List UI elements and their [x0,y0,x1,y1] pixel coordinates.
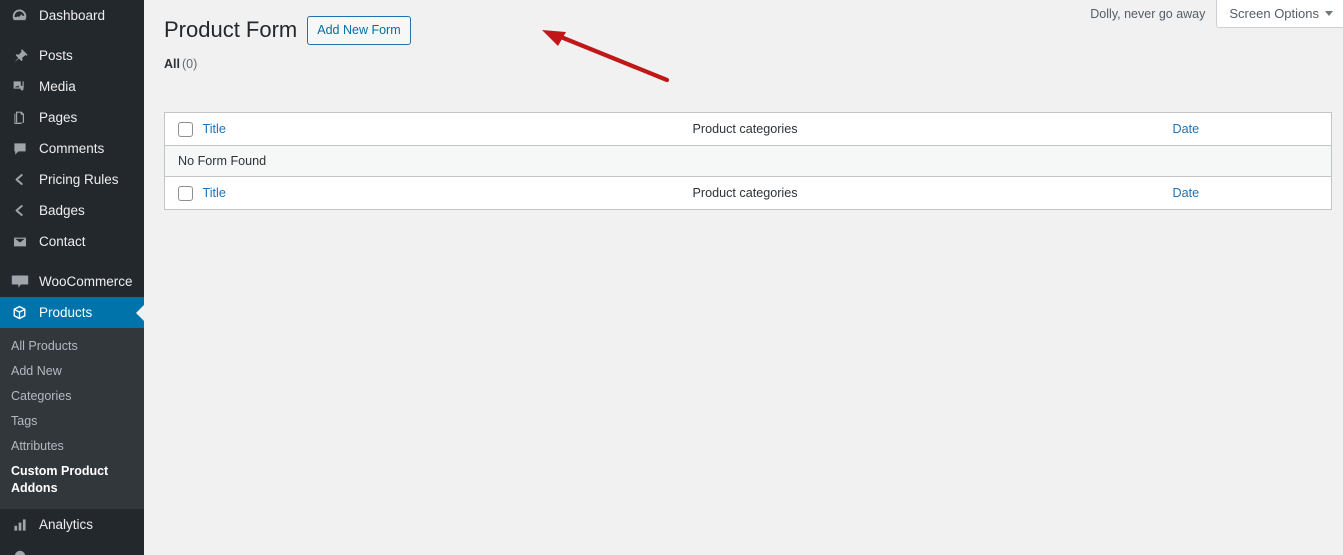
sidebar-item-media[interactable]: Media [0,71,144,102]
sidebar-item-badges[interactable]: Badges [0,195,144,226]
products-submenu: All Products Add New Categories Tags Att… [0,328,144,509]
submenu-item-tags[interactable]: Tags [0,409,144,434]
submenu-item-categories[interactable]: Categories [0,384,144,409]
column-header-title: Title [202,112,693,146]
sort-date-link-footer[interactable]: Date [1173,186,1200,200]
media-icon [9,77,30,97]
sidebar-item-posts[interactable]: Posts [0,40,144,71]
sidebar-item-label: Analytics [39,516,94,532]
filter-all-link[interactable]: All [164,57,180,71]
add-new-form-button[interactable]: Add New Form [307,16,411,45]
submenu-item-all-products[interactable]: All Products [0,334,144,359]
table-body: No Form Found [164,145,1332,177]
select-all-footer [164,176,203,210]
sort-title-link-footer[interactable]: Title [203,186,226,200]
sidebar-item-label: Badges [39,202,85,218]
column-header-date: Date [1172,112,1332,146]
sidebar-item-products[interactable]: Products [0,297,144,328]
page-heading-row: Product Form Add New Form [164,16,411,45]
empty-state-row: No Form Found [164,145,1332,177]
sidebar-item-label: Products [39,304,93,320]
admin-sidebar: Dashboard Posts Media Pages Comments Pri… [0,0,144,555]
column-footer-date: Date [1172,176,1332,210]
submenu-item-attributes[interactable]: Attributes [0,434,144,459]
sidebar-item-woocommerce[interactable]: WooCommerce [0,266,144,297]
status-filter-list: All (0) [164,57,197,71]
woocommerce-icon [9,272,30,292]
sidebar-item-label: WooCommerce [39,273,133,289]
empty-state-message: No Form Found [164,145,1332,177]
sidebar-item-analytics[interactable]: Analytics [0,509,144,540]
analytics-bars-icon [9,515,30,535]
screen-options-button[interactable]: Screen Options [1216,0,1343,28]
sidebar-item-comments[interactable]: Comments [0,133,144,164]
sidebar-item-contact[interactable]: Contact [0,226,144,257]
comment-bubble-icon [9,139,30,159]
admin-topbar: Dolly, never go away Screen Options [1090,0,1343,28]
column-header-product-categories: Product categories [692,112,1173,146]
dolly-lyric-text: Dolly, never go away [1090,7,1206,21]
column-footer-title: Title [202,176,693,210]
products-box-icon [9,303,30,323]
sidebar-item-label: Contact [39,233,86,249]
sidebar-item-dashboard[interactable]: Dashboard [0,0,144,31]
main-content: Dolly, never go away Screen Options Prod… [144,0,1343,555]
sidebar-item-label: Pages [39,109,78,125]
submenu-item-custom-product-addons[interactable]: Custom Product Addons [0,459,118,501]
sidebar-item-label: Comments [39,140,105,156]
table-foot: Title Product categories Date [164,176,1332,210]
envelope-icon [9,232,30,252]
forms-list-table: Title Product categories Date No Form Fo… [164,112,1332,210]
dashboard-gauge-icon [9,6,30,26]
table-header-row: Title Product categories Date [164,112,1332,146]
sidebar-separator [0,31,144,40]
screen-options-label: Screen Options [1229,6,1319,21]
filter-all-count: (0) [181,57,198,71]
pin-icon [9,46,30,66]
chevron-left-icon [9,170,30,190]
sidebar-separator [0,257,144,266]
column-label-product-categories: Product categories [692,122,798,136]
sidebar-item-pages[interactable]: Pages [0,102,144,133]
select-all-checkbox-footer[interactable] [178,185,193,201]
submenu-item-add-new[interactable]: Add New [0,359,144,384]
table-head: Title Product categories Date [164,112,1332,146]
admin-page: Dashboard Posts Media Pages Comments Pri… [0,0,1343,555]
select-all-checkbox[interactable] [178,121,193,137]
red-annotation-arrow-icon [542,30,670,83]
sidebar-item-pricing-rules[interactable]: Pricing Rules [0,164,144,195]
active-menu-arrow-icon [136,304,144,321]
select-all-header [164,112,203,146]
chevron-left-icon [9,201,30,221]
sort-date-link[interactable]: Date [1173,122,1200,136]
sidebar-item-label: Dashboard [39,7,106,23]
sidebar-item-partial-below[interactable] [0,540,144,555]
pages-icon [9,108,30,128]
sort-title-link[interactable]: Title [203,122,226,136]
page-title: Product Form [164,17,298,43]
sidebar-item-label: Posts [39,47,73,63]
chevron-down-icon [1325,11,1333,16]
megaphone-icon [9,546,30,555]
column-label-product-categories-footer: Product categories [692,186,798,200]
sidebar-item-label: Media [39,78,76,94]
sidebar-item-label: Pricing Rules [39,171,119,187]
table-footer-row: Title Product categories Date [164,176,1332,210]
column-footer-product-categories: Product categories [692,176,1173,210]
